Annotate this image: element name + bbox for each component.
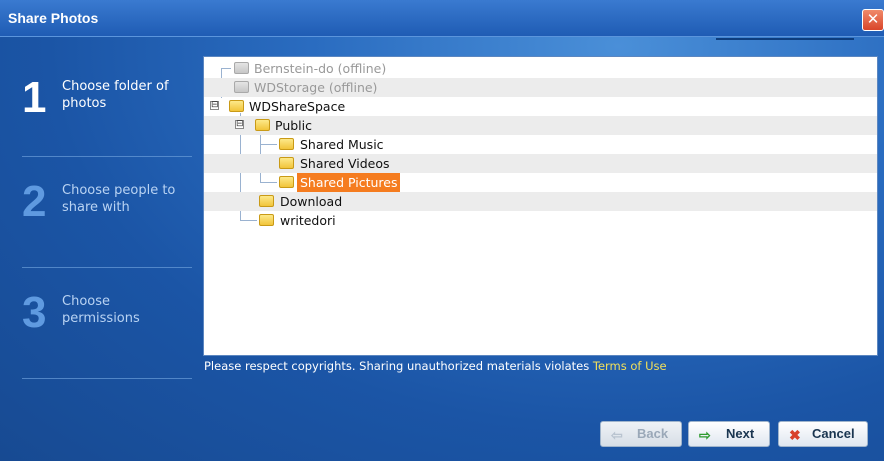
tree-item-bernstein-do[interactable]: Bernstein-do (offline) [204, 59, 877, 78]
arrow-left-icon: ⇦ [611, 427, 623, 443]
step-choose-folder: 1 Choose folder of photos [22, 76, 192, 188]
cancel-button[interactable]: ✖ Cancel [778, 421, 868, 447]
folder-icon [279, 176, 294, 188]
step-divider [22, 156, 192, 157]
step-number: 1 [22, 73, 47, 122]
tree-item-label: Public [275, 118, 312, 133]
copyright-notice: Please respect copyrights. Sharing unaut… [204, 359, 667, 373]
tree-item-shared-videos[interactable]: Shared Videos [204, 154, 877, 173]
tree-item-download[interactable]: Download [204, 192, 877, 211]
step-label: Choose people to share with [62, 183, 176, 215]
arrow-right-icon: ⇨ [699, 427, 711, 443]
tree-item-writedori[interactable]: writedori [204, 211, 877, 230]
share-photos-dialog: Share Photos ✕ 1 Choose folder of photos… [0, 0, 884, 461]
terms-of-use-link[interactable]: Terms of Use [593, 359, 667, 373]
tree-item-public[interactable]: ⊟ Public [204, 116, 877, 135]
step-number: 2 [22, 177, 47, 226]
next-button-label: Next [726, 426, 755, 441]
step-label: Choose folder of photos [62, 79, 169, 111]
tree-item-wdstorage[interactable]: WDStorage (offline) [204, 78, 877, 97]
folder-tree: Bernstein-do (offline) WDStorage (offlin… [203, 56, 878, 356]
tree-item-label: Shared Videos [300, 156, 390, 171]
step-choose-permissions: 3 Choose permissions [22, 291, 192, 403]
tree-item-wdsharespace[interactable]: ⊟ WDShareSpace [204, 97, 877, 116]
step-number: 3 [22, 288, 47, 337]
next-button[interactable]: ⇨ Next [688, 421, 770, 447]
close-button[interactable]: ✕ [862, 9, 884, 31]
step-divider [22, 378, 192, 379]
step-label: Choose permissions [62, 294, 140, 326]
folder-offline-icon [234, 81, 249, 93]
cancel-button-label: Cancel [812, 426, 855, 441]
step-choose-people: 2 Choose people to share with [22, 180, 192, 292]
folder-icon [229, 100, 244, 112]
collapse-toggle-icon[interactable]: ⊟ [210, 101, 219, 110]
tree-item-label-selected: Shared Pictures [297, 173, 401, 192]
tree-item-label: Shared Music [300, 137, 384, 152]
tree-item-label: Bernstein-do (offline) [254, 61, 387, 76]
step-divider [22, 267, 192, 268]
folder-icon [279, 138, 294, 150]
notice-text: Please respect copyrights. Sharing unaut… [204, 359, 590, 373]
close-icon: ✕ [866, 10, 880, 28]
back-button[interactable]: ⇦ Back [600, 421, 682, 447]
tree-item-shared-pictures[interactable]: Shared Pictures [204, 173, 877, 192]
folder-icon [279, 157, 294, 169]
tree-item-shared-music[interactable]: Shared Music [204, 135, 877, 154]
folder-icon [255, 119, 270, 131]
title-bar: Share Photos ✕ [0, 0, 884, 37]
tree-item-label: WDShareSpace [249, 99, 346, 114]
tree-item-label: Download [280, 194, 343, 209]
folder-offline-icon [234, 62, 249, 74]
cancel-x-icon: ✖ [789, 427, 801, 443]
collapse-toggle-icon[interactable]: ⊟ [235, 120, 244, 129]
folder-icon [259, 195, 274, 207]
dialog-title: Share Photos [8, 10, 99, 26]
folder-icon [259, 214, 274, 226]
tree-item-label: WDStorage (offline) [254, 80, 378, 95]
back-button-label: Back [637, 426, 669, 441]
tree-item-label: writedori [280, 213, 336, 228]
title-accent-line [716, 38, 854, 40]
